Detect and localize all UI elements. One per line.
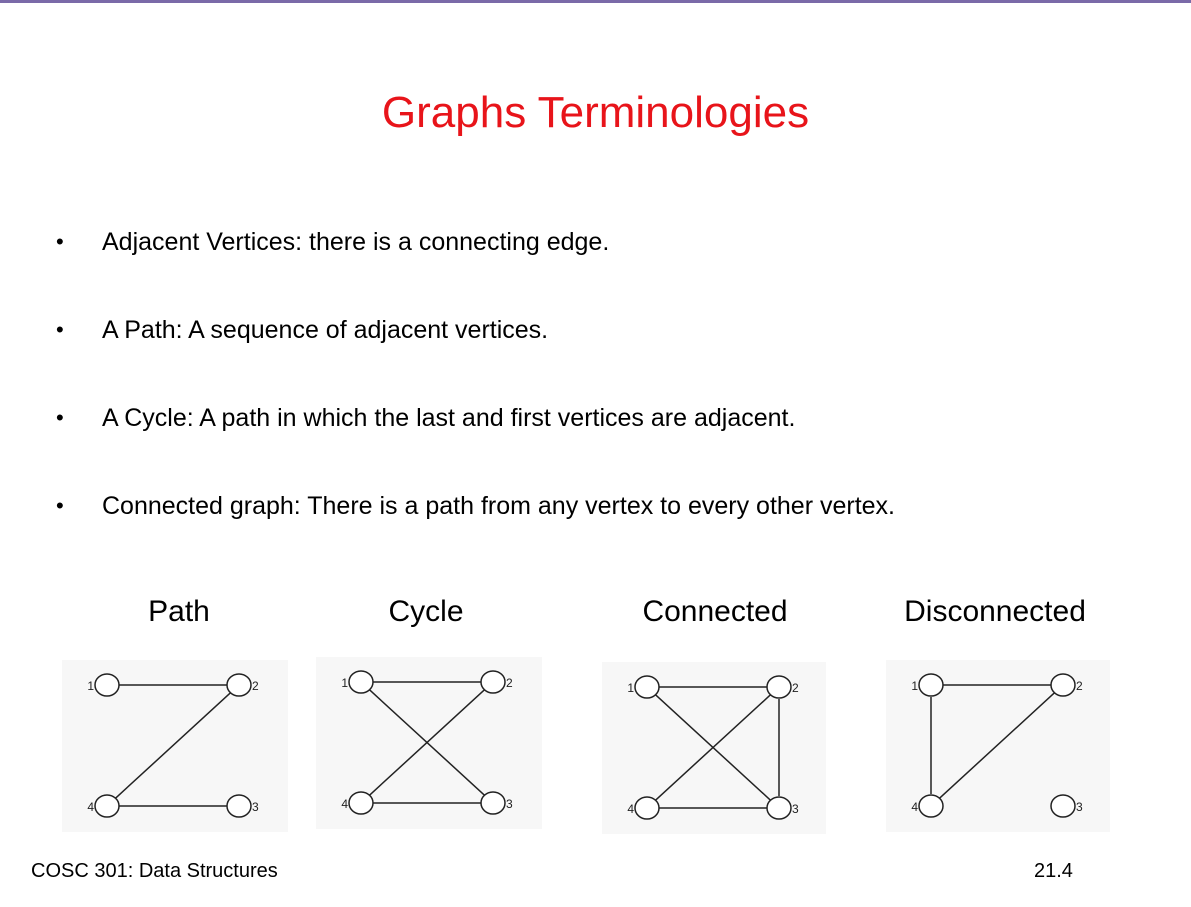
graph-vertex-2 [480, 670, 506, 694]
graph-label-cycle: Cycle [388, 595, 464, 628]
bullet-dot-icon: • [56, 317, 64, 342]
graph-vertex-3 [1050, 794, 1076, 818]
bullet-text: Adjacent Vertices: there is a connecting… [102, 228, 610, 256]
graph-vertex-2 [1050, 673, 1076, 697]
graph-vertex-label-4: 4 [911, 800, 918, 814]
slide-title: Graphs Terminologies [381, 88, 810, 137]
graph-cycle-diagram: 1 2 3 4 [316, 657, 542, 829]
bullet-text: A Path: A sequence of adjacent vertices. [102, 316, 549, 344]
graph-vertex-3 [766, 796, 792, 820]
graph-vertex-label-4: 4 [87, 800, 94, 814]
graph-vertex-label-2: 2 [506, 676, 513, 690]
graph-vertex-label-3: 3 [792, 802, 799, 816]
graph-disconnected-svg: 1 2 3 4 [911, 673, 1083, 818]
graph-cycle-svg: 1 2 3 4 [341, 670, 513, 815]
footer-slide-number: 21.4 [1034, 860, 1073, 882]
graph-connected-diagram: 1 2 3 4 [602, 662, 826, 834]
graph-label-path: Path [148, 595, 210, 628]
graph-path-diagram: 1 2 3 4 [62, 660, 288, 832]
graph-vertex-4 [918, 794, 944, 818]
graph-vertex-label-1: 1 [911, 679, 918, 693]
graph-vertex-4 [634, 796, 660, 820]
graph-edge-2-4 [939, 692, 1055, 799]
graph-vertex-4 [348, 791, 374, 815]
graph-vertex-label-4: 4 [627, 802, 634, 816]
graph-vertex-3 [480, 791, 506, 815]
graph-vertex-label-4: 4 [341, 797, 348, 811]
graph-vertex-1 [348, 670, 374, 694]
graph-vertex-label-3: 3 [506, 797, 513, 811]
graph-label-connected: Connected [642, 595, 788, 628]
bullet-dot-icon: • [56, 405, 64, 430]
bullet-dot-icon: • [56, 493, 64, 518]
graph-vertex-1 [94, 673, 120, 697]
graph-vertex-label-3: 3 [252, 800, 259, 814]
graph-label-disconnected: Disconnected [904, 595, 1086, 628]
graph-vertex-label-1: 1 [627, 681, 634, 695]
graph-vertex-label-1: 1 [87, 679, 94, 693]
graph-vertex-3 [226, 794, 252, 818]
bullet-text: Connected graph: There is a path from an… [102, 492, 896, 520]
graph-vertex-label-1: 1 [341, 676, 348, 690]
graph-vertex-2 [226, 673, 252, 697]
graph-path-svg: 1 2 3 4 [87, 673, 259, 818]
graph-vertex-1 [918, 673, 944, 697]
graph-vertex-label-3: 3 [1076, 800, 1083, 814]
graph-vertex-label-2: 2 [1076, 679, 1083, 693]
graph-connected-svg: 1 2 3 4 [627, 675, 799, 820]
graph-vertex-label-2: 2 [252, 679, 259, 693]
graph-vertex-label-2: 2 [792, 681, 799, 695]
bullet-text: A Cycle: A path in which the last and fi… [102, 404, 796, 432]
footer-course: COSC 301: Data Structures [31, 860, 278, 882]
graph-vertex-1 [634, 675, 660, 699]
graph-disconnected-diagram: 1 2 3 4 [886, 660, 1110, 832]
graph-vertex-4 [94, 794, 120, 818]
top-border [0, 0, 1191, 3]
graph-vertex-2 [766, 675, 792, 699]
bullet-dot-icon: • [56, 229, 64, 254]
graph-edge-2-4 [115, 692, 231, 799]
